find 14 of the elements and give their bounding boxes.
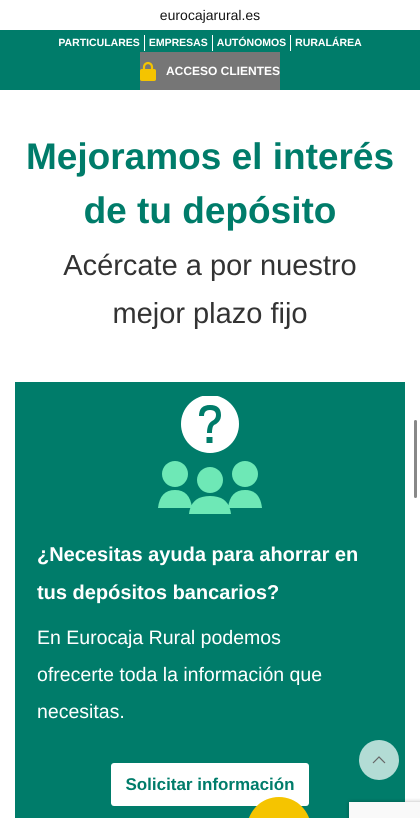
hero-subtitle: Acércate a por nuestro mejor plazo fijo	[62, 249, 358, 332]
nav-link[interactable]: EMPRESAS	[144, 37, 212, 49]
help-question: ¿Necesitas ayuda para ahorrar en tus depósitos bancarios?	[37, 543, 360, 606]
login-button[interactable]: ACCESO CLIENTES	[140, 52, 280, 90]
nav-link[interactable]: PARTICULARES	[54, 37, 144, 49]
lock-icon	[140, 61, 156, 81]
people-question-icon	[158, 396, 262, 514]
help-text: En Eurocaja Rural podemos ofrecerte toda la información que necesitas.	[37, 626, 324, 725]
nav-link[interactable]: RURALÁREA	[291, 37, 366, 49]
hero-title: Mejoramos el interés de tu depósito	[24, 135, 396, 233]
request-info-button[interactable]: Solicitar información	[111, 763, 309, 806]
url-text[interactable]: eurocajarural.es	[160, 7, 260, 23]
chevron-up-icon	[372, 756, 386, 764]
nav-link[interactable]: AUTÓNOMOS	[212, 37, 290, 49]
